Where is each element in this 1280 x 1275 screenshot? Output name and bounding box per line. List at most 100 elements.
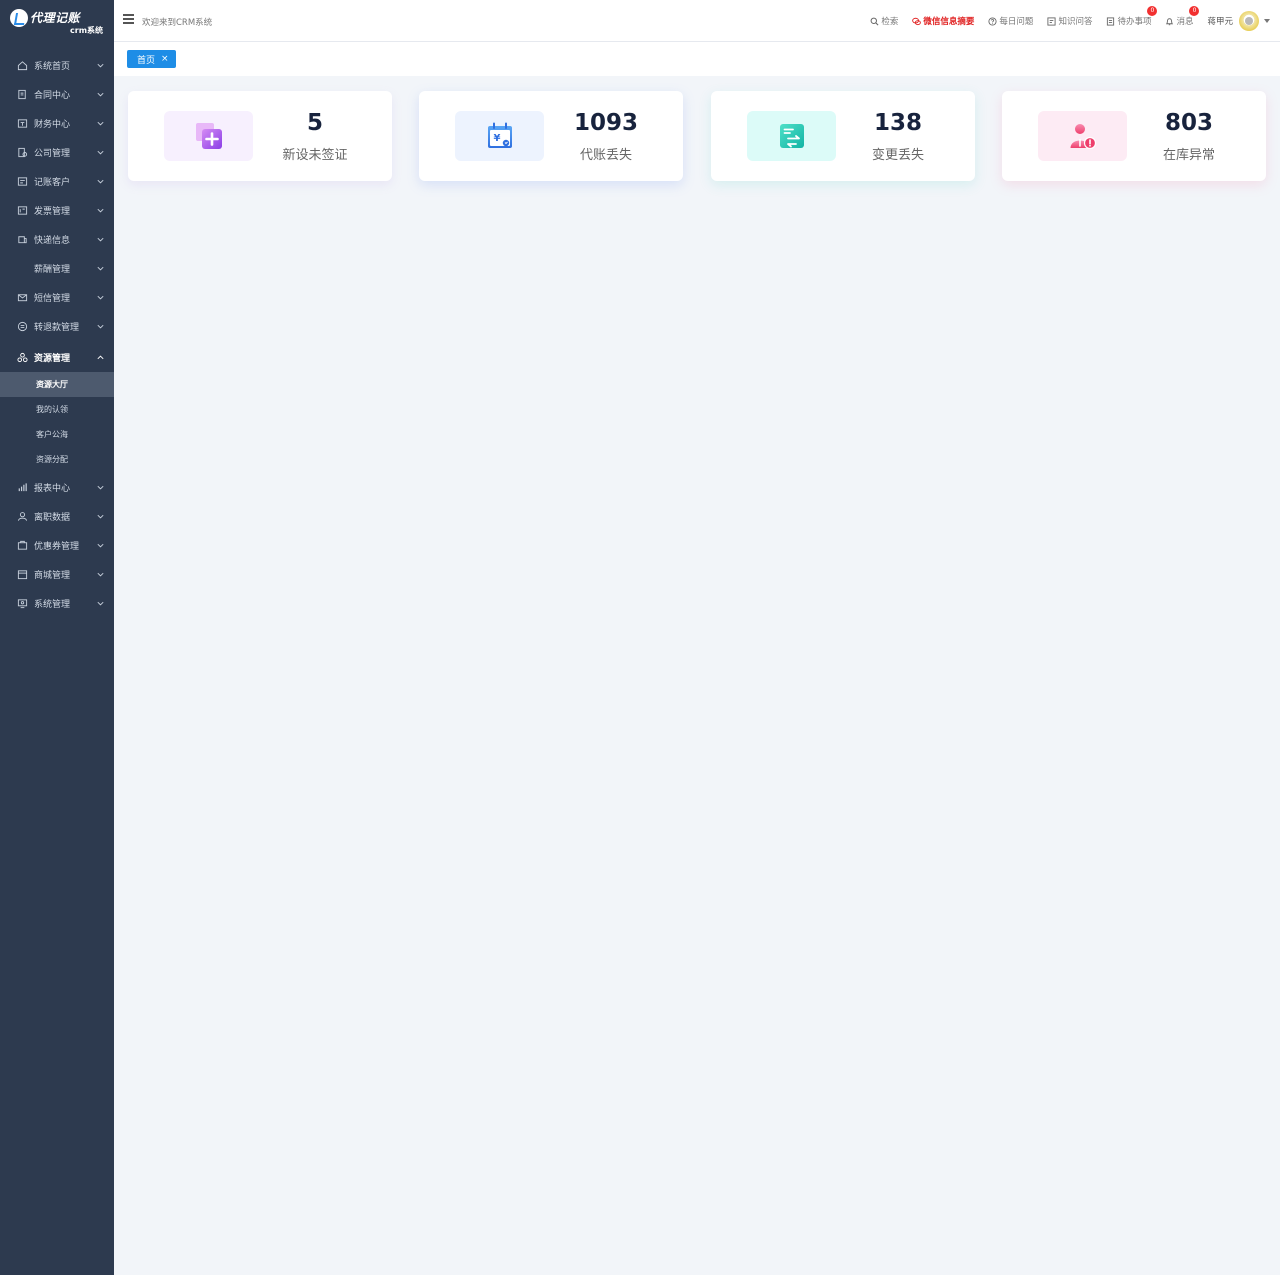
question-icon: [988, 16, 997, 26]
wechat-summary-label: 微信信息摘要: [923, 17, 975, 27]
knowledge-qa-label: 知识问答: [1058, 17, 1093, 27]
messages-link[interactable]: 消息 0: [1165, 6, 1200, 27]
refund-icon: [16, 321, 28, 333]
daily-question-link[interactable]: 每日问题: [988, 15, 1033, 27]
caret-down-icon[interactable]: [1264, 19, 1270, 23]
sidebar-item-home[interactable]: 系统首页: [0, 51, 114, 80]
chevron-down-icon: [97, 514, 104, 519]
stat-value: 138: [873, 110, 922, 136]
logo[interactable]: 代理记账 crm系统: [0, 0, 114, 42]
sidebar-item-sms[interactable]: 短信管理: [0, 283, 114, 312]
chevron-down-icon: [97, 295, 104, 300]
sidebar-subitem-resource-allocation[interactable]: 资源分配: [0, 447, 114, 472]
stat-card-bookkeeping-lost[interactable]: ¥ 1093 代账丢失: [419, 91, 683, 181]
sidebar-item-customer[interactable]: 记账客户: [0, 167, 114, 196]
welcome-text: 欢迎来到CRM系统: [142, 18, 213, 28]
wechat-summary-link[interactable]: 微信信息摘要: [912, 15, 974, 27]
top-header: 欢迎来到CRM系统 检索 微信信息摘要 每日问题 知识问答 待办事项 0 消息 …: [114, 0, 1280, 42]
avatar[interactable]: [1239, 11, 1259, 31]
sidebar-subitem-resource-hall[interactable]: 资源大厅: [0, 372, 114, 397]
stat-value: 803: [1164, 110, 1213, 136]
stat-card-change-lost[interactable]: 138 变更丢失: [711, 91, 975, 181]
chevron-down-icon: [97, 208, 104, 213]
contract-icon: [16, 89, 28, 101]
chevron-down-icon: [97, 572, 104, 577]
todo-badge: 0: [1147, 6, 1158, 16]
express-icon: [16, 234, 28, 246]
tab-home-label: 首页: [137, 55, 156, 66]
chevron-down-icon: [97, 601, 104, 606]
resource-icon: [16, 352, 28, 364]
sidebar: 代理记账 crm系统 系统首页 合同中心 财务中心 公司管理 记账客户 发票管理…: [0, 0, 114, 1275]
new-company-icon: [164, 111, 253, 161]
sidebar-item-contract[interactable]: 合同中心: [0, 80, 114, 109]
shop-icon: [16, 569, 28, 581]
chevron-down-icon: [97, 266, 104, 271]
stat-value: 5: [306, 110, 323, 136]
stat-cards: 5 新设未签证 ¥ 1093 代账丢失 138 变更丢失 803 在库异常: [128, 91, 1268, 181]
sidebar-item-report[interactable]: 报表中心: [0, 473, 114, 502]
stat-label: 变更丢失: [871, 148, 924, 163]
chevron-down-icon: [97, 150, 104, 155]
todo-link[interactable]: 待办事项 0: [1106, 6, 1158, 27]
search-link[interactable]: 检索: [870, 15, 898, 27]
chevron-down-icon: [97, 237, 104, 242]
user-warning-icon: [1038, 111, 1127, 161]
change-icon: [747, 111, 836, 161]
wechat-icon: [912, 17, 922, 25]
customer-icon: [16, 176, 28, 188]
sidebar-item-settings[interactable]: 系统管理: [0, 589, 114, 618]
sidebar-subitem-my-claims[interactable]: 我的认领: [0, 397, 114, 422]
home-icon: [16, 60, 28, 72]
calendar-yuan-icon: ¥: [455, 111, 544, 161]
chevron-down-icon: [97, 543, 104, 548]
sidebar-item-company[interactable]: 公司管理: [0, 138, 114, 167]
resource-submenu: 资源大厅 我的认领 客户公海 资源分配: [0, 372, 114, 472]
tab-home[interactable]: 首页 ×: [127, 50, 176, 68]
chevron-up-icon: [97, 355, 104, 360]
svg-text:¥: ¥: [493, 133, 500, 144]
search-icon: [870, 17, 879, 25]
messages-label: 消息: [1176, 17, 1194, 27]
invoice-icon: [16, 205, 28, 217]
close-icon[interactable]: ×: [161, 54, 169, 64]
stat-value: 1093: [573, 110, 638, 136]
sidebar-item-resign[interactable]: 离职数据: [0, 502, 114, 531]
header-links: 检索 微信信息摘要 每日问题 知识问答 待办事项 0 消息 0 蒋甲元: [870, 0, 1280, 42]
salary-icon: [16, 263, 28, 275]
coupon-icon: [16, 540, 28, 552]
knowledge-icon: [1047, 16, 1056, 26]
sidebar-item-shop[interactable]: 商城管理: [0, 560, 114, 589]
resign-icon: [16, 511, 28, 523]
stat-label: 在库异常: [1162, 148, 1215, 163]
stat-card-stock-abnormal[interactable]: 803 在库异常: [1002, 91, 1266, 181]
knowledge-qa-link[interactable]: 知识问答: [1047, 15, 1092, 27]
sidebar-item-coupon[interactable]: 优惠券管理: [0, 531, 114, 560]
bell-icon: [1166, 17, 1174, 25]
stat-card-new-unsigned[interactable]: 5 新设未签证: [128, 91, 392, 181]
menu-toggle-icon[interactable]: [123, 14, 134, 24]
messages-badge: 0: [1189, 6, 1200, 16]
search-link-label: 检索: [881, 17, 899, 27]
todo-label: 待办事项: [1117, 17, 1152, 27]
sidebar-subitem-customer-pool[interactable]: 客户公海: [0, 422, 114, 447]
sidebar-item-salary[interactable]: 薪酬管理: [0, 254, 114, 283]
sidebar-item-express[interactable]: 快递信息: [0, 225, 114, 254]
logo-subtitle: crm系统: [70, 26, 104, 35]
sidebar-item-invoice[interactable]: 发票管理: [0, 196, 114, 225]
chevron-down-icon: [97, 121, 104, 126]
chevron-down-icon: [97, 179, 104, 184]
sidebar-item-refund[interactable]: 转退款管理: [0, 312, 114, 341]
stat-label: 新设未签证: [282, 148, 348, 163]
user-name[interactable]: 蒋甲元: [1207, 15, 1233, 27]
company-icon: [16, 147, 28, 159]
daily-question-label: 每日问题: [999, 17, 1034, 27]
chevron-down-icon: [97, 324, 104, 329]
sidebar-item-finance[interactable]: 财务中心: [0, 109, 114, 138]
finance-icon: [16, 118, 28, 130]
todo-icon: [1107, 16, 1115, 26]
chevron-down-icon: [97, 485, 104, 490]
sidebar-item-resource[interactable]: 资源管理: [0, 343, 114, 372]
logo-title: 代理记账: [30, 11, 81, 25]
report-icon: [16, 482, 28, 494]
